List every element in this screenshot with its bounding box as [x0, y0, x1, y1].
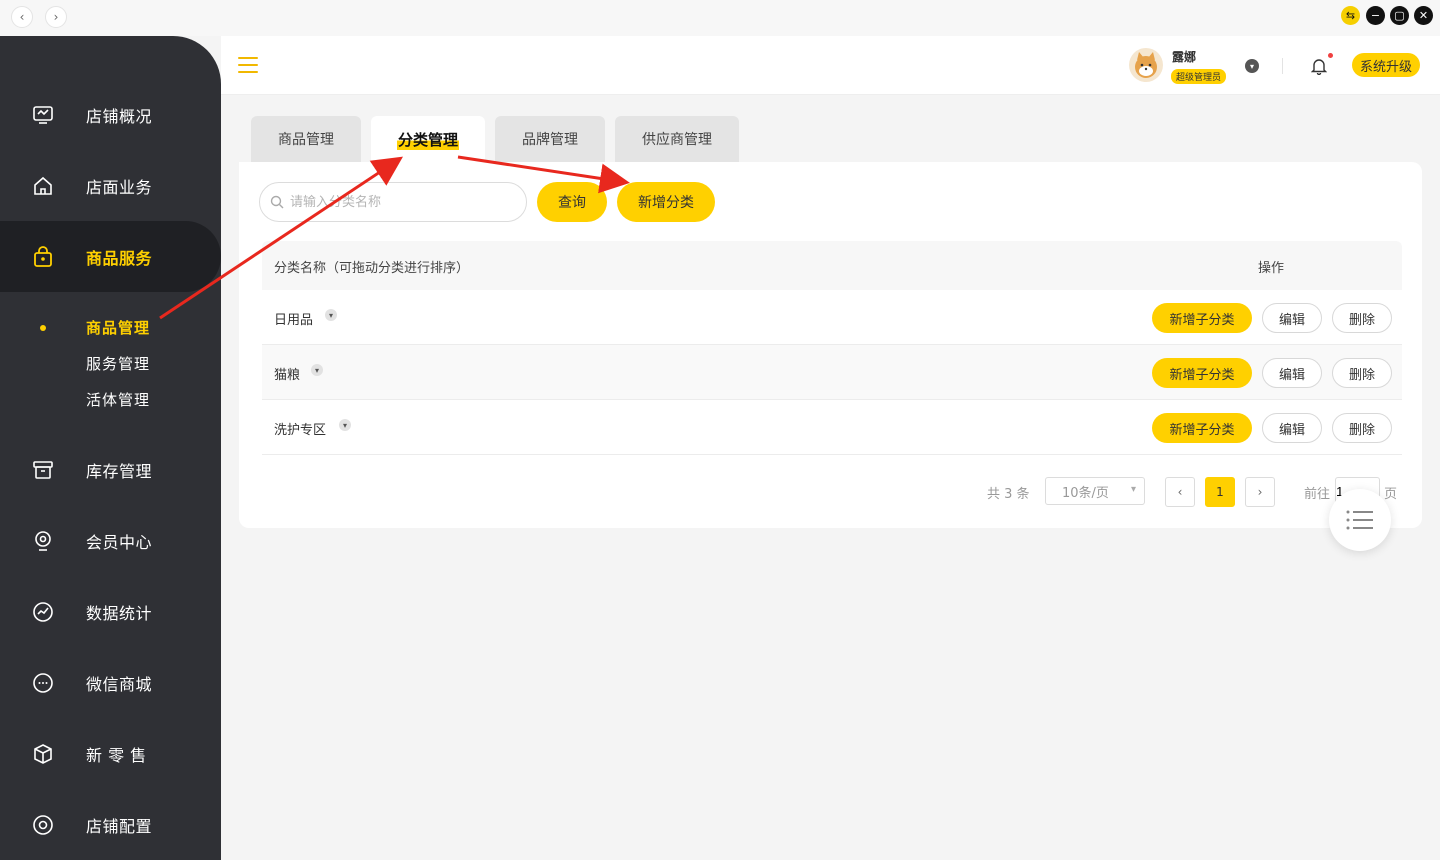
submenu-item-service-management[interactable]: 服务管理 — [86, 353, 150, 374]
sidebar-item-inventory[interactable]: 库存管理 — [0, 434, 221, 505]
window-titlebar: ‹ › ⇆ − ▢ ✕ — [0, 0, 1440, 36]
tab-brand-management[interactable]: 品牌管理 — [495, 116, 605, 162]
sidebar-item-member-center[interactable]: 会员中心 — [0, 505, 221, 576]
sidebar-item-store-config[interactable]: 店铺配置 — [0, 789, 221, 860]
chevron-left-icon[interactable]: ‹ — [11, 6, 33, 28]
switch-icon[interactable]: ⇆ — [1341, 6, 1360, 25]
page-size-value: 10条/页 — [1062, 485, 1109, 501]
role-badge: 超级管理员 — [1171, 69, 1227, 84]
member-icon — [35, 530, 51, 551]
category-name: 日用品 — [274, 313, 314, 328]
sidebar-item-label: 店铺概况 — [86, 106, 153, 126]
list-menu-button[interactable] — [1329, 489, 1391, 551]
tab-label: 分类管理 — [396, 128, 459, 150]
sidebar-item-label: 库存管理 — [86, 461, 153, 481]
active-dot — [40, 325, 46, 331]
notification-dot — [1328, 53, 1333, 58]
next-page-button[interactable]: › — [1245, 477, 1275, 507]
list-icon — [1346, 510, 1373, 530]
add-category-button[interactable]: 新增分类 — [617, 182, 715, 222]
search-input[interactable] — [290, 192, 515, 212]
close-icon[interactable]: ✕ — [1414, 6, 1433, 25]
sidebar-item-wechat-mall[interactable]: 微信商城 — [0, 647, 221, 718]
chevron-down-icon[interactable]: ▾ — [1245, 59, 1259, 73]
search-field[interactable] — [259, 182, 527, 222]
edit-button[interactable]: 编辑 — [1262, 413, 1322, 443]
bell-icon[interactable] — [1311, 57, 1327, 75]
page-number[interactable]: 1 — [1205, 477, 1235, 507]
monitor-icon — [33, 105, 53, 124]
pagination-total: 共 3 条 — [987, 487, 1030, 502]
home-icon — [34, 176, 52, 195]
top-header: 露娜 超级管理员 ▾ 系统升级 — [221, 36, 1440, 95]
delete-button[interactable]: 删除 — [1332, 413, 1392, 443]
submenu-item-live-management[interactable]: 活体管理 — [86, 389, 150, 410]
category-name: 猫粮 — [274, 368, 301, 383]
submenu-item-goods-management[interactable]: 商品管理 — [86, 317, 150, 338]
query-button[interactable]: 查询 — [537, 182, 607, 222]
sidebar-item-label: 新 零 售 — [86, 745, 147, 765]
chevron-down-icon: ▾ — [1130, 484, 1136, 495]
table-row[interactable]: 猫粮 ▾ 新增子分类 编辑 删除 — [262, 345, 1402, 400]
page-suffix: 页 — [1384, 487, 1398, 502]
sidebar-item-label: 微信商城 — [86, 674, 153, 694]
page-size-select[interactable]: 10条/页 ▾ — [1045, 477, 1145, 505]
add-subcategory-button[interactable]: 新增子分类 — [1152, 413, 1252, 443]
divider — [1282, 58, 1283, 74]
expand-icon[interactable]: ▾ — [311, 364, 323, 376]
box-icon — [34, 743, 52, 764]
bag-icon — [34, 245, 52, 267]
tab-goods-management[interactable]: 商品管理 — [251, 116, 361, 162]
add-subcategory-button[interactable]: 新增子分类 — [1152, 358, 1252, 388]
column-header-actions: 操作 — [1258, 261, 1285, 276]
sidebar-item-label: 数据统计 — [86, 603, 153, 623]
chevron-right-icon[interactable]: › — [45, 6, 67, 28]
add-subcategory-button[interactable]: 新增子分类 — [1152, 303, 1252, 333]
sidebar-item-new-retail[interactable]: 新 零 售 — [0, 718, 221, 789]
sidebar-item-label: 店铺配置 — [86, 816, 153, 836]
sidebar-item-store-business[interactable]: 店面业务 — [0, 150, 221, 221]
edit-button[interactable]: 编辑 — [1262, 303, 1322, 333]
chat-icon — [33, 672, 53, 693]
table-row[interactable]: 日用品 ▾ 新增子分类 编辑 删除 — [262, 290, 1402, 345]
prev-page-button[interactable]: ‹ — [1165, 477, 1195, 507]
category-name: 洗护专区 — [274, 423, 327, 438]
system-upgrade-button[interactable]: 系统升级 — [1352, 53, 1420, 77]
archive-icon — [33, 460, 53, 479]
sidebar-item-statistics[interactable]: 数据统计 — [0, 576, 221, 647]
expand-icon[interactable]: ▾ — [325, 309, 337, 321]
column-header-name: 分类名称（可拖动分类进行排序） — [274, 261, 470, 276]
sidebar-item-label: 店面业务 — [86, 177, 153, 197]
chart-icon — [33, 601, 53, 622]
avatar[interactable] — [1129, 48, 1163, 82]
edit-button[interactable]: 编辑 — [1262, 358, 1322, 388]
sidebar: 店铺概况 店面业务 商品服务 商品管理 服务管理 活体管理 库存管理 会员中心 … — [0, 36, 221, 860]
sidebar-item-label: 商品服务 — [86, 248, 153, 268]
user-name: 露娜 — [1172, 50, 1197, 64]
tab-category-management[interactable]: 分类管理 — [371, 116, 485, 162]
table-header: 分类名称（可拖动分类进行排序） 操作 — [262, 241, 1402, 290]
delete-button[interactable]: 删除 — [1332, 303, 1392, 333]
tab-supplier-management[interactable]: 供应商管理 — [615, 116, 739, 162]
delete-button[interactable]: 删除 — [1332, 358, 1392, 388]
search-icon — [270, 195, 284, 209]
maximize-icon[interactable]: ▢ — [1390, 6, 1409, 25]
sidebar-item-store-overview[interactable]: 店铺概况 — [0, 79, 221, 150]
goto-label: 前往 — [1304, 487, 1331, 502]
sidebar-item-label: 会员中心 — [86, 532, 153, 552]
sidebar-item-goods-service[interactable]: 商品服务 — [0, 221, 221, 292]
expand-icon[interactable]: ▾ — [339, 419, 351, 431]
minimize-icon[interactable]: − — [1366, 6, 1385, 25]
settings-icon — [33, 814, 53, 835]
table-row[interactable]: 洗护专区 ▾ 新增子分类 编辑 删除 — [262, 400, 1402, 455]
menu-toggle-icon[interactable] — [238, 57, 258, 73]
